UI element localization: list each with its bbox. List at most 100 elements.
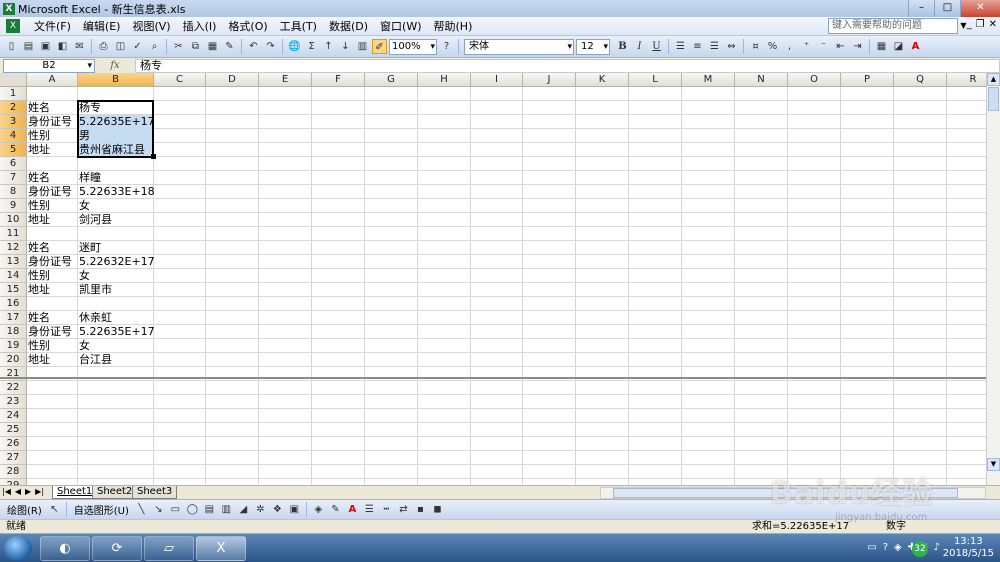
borders-icon[interactable]: ▦	[874, 39, 889, 54]
tab-sheet1[interactable]: Sheet1	[52, 486, 98, 499]
chart-wizard-icon[interactable]: ▥	[355, 39, 370, 54]
vertical-textbox-icon[interactable]: ▥	[219, 502, 234, 517]
scroll-down-icon[interactable]: ▼	[987, 458, 1000, 471]
fill-color-icon[interactable]: ◪	[891, 39, 906, 54]
oval-icon[interactable]: ◯	[185, 502, 200, 517]
column-header[interactable]: Q	[894, 73, 947, 87]
row-header[interactable]: 3	[0, 115, 27, 129]
shadow-style-icon[interactable]: ▪	[413, 502, 428, 517]
cell-label[interactable]: 身份证号	[27, 255, 82, 269]
row-header[interactable]: 5	[0, 143, 27, 157]
workbook-icon[interactable]: X	[6, 19, 20, 33]
prev-sheet-icon[interactable]: ◀	[15, 487, 21, 496]
row-header[interactable]: 8	[0, 185, 27, 199]
menu-view[interactable]: 视图(V)	[126, 18, 176, 34]
workbook-minimize-icon[interactable]: _	[967, 19, 972, 30]
cell-label[interactable]: 性别	[27, 199, 82, 213]
taskbar-excel-button[interactable]: X	[196, 536, 246, 561]
taskbar-explorer-icon[interactable]: ▱	[144, 536, 194, 561]
row-header[interactable]: 22	[0, 381, 27, 395]
menu-tools[interactable]: 工具(T)	[274, 18, 323, 34]
help-icon[interactable]: ?	[439, 39, 454, 54]
row-header[interactable]: 6	[0, 157, 27, 171]
next-sheet-icon[interactable]: ▶	[25, 487, 31, 496]
sort-descending-icon[interactable]: ↓	[338, 39, 353, 54]
tab-sheet3[interactable]: Sheet3	[132, 486, 178, 499]
select-objects-icon[interactable]: ↖	[47, 502, 62, 517]
line-color-icon[interactable]: ✎	[328, 502, 343, 517]
excel-app-icon[interactable]: X	[3, 2, 15, 15]
font-color-draw-icon[interactable]: A	[345, 502, 360, 517]
cell-value[interactable]: 台江县	[78, 353, 154, 367]
print-icon[interactable]: ⎙	[96, 39, 111, 54]
name-box[interactable]: B2	[3, 58, 95, 73]
tab-sheet2[interactable]: Sheet2	[92, 486, 138, 499]
column-header[interactable]: F	[312, 73, 365, 87]
menu-insert[interactable]: 插入(I)	[177, 18, 223, 34]
row-header[interactable]: 26	[0, 437, 27, 451]
picture-icon[interactable]: ▣	[287, 502, 302, 517]
column-header[interactable]: E	[259, 73, 312, 87]
wordart-icon[interactable]: ◢	[236, 502, 251, 517]
paste-icon[interactable]: ▦	[205, 39, 220, 54]
cell-value[interactable]: 5.22633E+18	[78, 185, 154, 199]
underline-button[interactable]: U	[649, 39, 664, 54]
cell-label[interactable]: 姓名	[27, 241, 82, 255]
decrease-indent-icon[interactable]: ⇤	[833, 39, 848, 54]
row-header[interactable]: 13	[0, 255, 27, 269]
tray-shield-icon[interactable]: ◈	[894, 542, 902, 553]
last-sheet-icon[interactable]: ▶|	[35, 487, 44, 496]
fill-color-draw-icon[interactable]: ◈	[311, 502, 326, 517]
permission-icon[interactable]: ◧	[55, 39, 70, 54]
3d-style-icon[interactable]: ◼	[430, 502, 445, 517]
vertical-scroll-thumb[interactable]	[988, 87, 999, 111]
draw-menu-button[interactable]: 绘图(R)	[7, 502, 42, 517]
zoom-select[interactable]: 100%	[389, 38, 437, 55]
row-header[interactable]: 1	[0, 87, 27, 101]
cell-label[interactable]: 身份证号	[27, 185, 82, 199]
cell-label[interactable]: 性别	[27, 269, 82, 283]
cell-value[interactable]: 女	[78, 269, 154, 283]
first-sheet-icon[interactable]: |◀	[2, 487, 11, 496]
tray-help-icon[interactable]: ?	[883, 542, 888, 553]
sort-ascending-icon[interactable]: ↑	[321, 39, 336, 54]
increase-indent-icon[interactable]: ⇥	[850, 39, 865, 54]
cell-label[interactable]: 地址	[27, 143, 82, 157]
column-header[interactable]: A	[27, 73, 78, 87]
taskbar-360-icon[interactable]: ⟳	[92, 536, 142, 561]
cell-label[interactable]: 姓名	[27, 171, 82, 185]
column-header[interactable]: K	[576, 73, 629, 87]
tray-badge[interactable]: 32	[912, 541, 928, 557]
maximize-button[interactable]: □	[934, 0, 960, 17]
row-header[interactable]: 19	[0, 339, 27, 353]
line-style-icon[interactable]: ☰	[362, 502, 377, 517]
column-header[interactable]: H	[418, 73, 471, 87]
row-header[interactable]: 27	[0, 451, 27, 465]
row-header[interactable]: 15	[0, 283, 27, 297]
column-header[interactable]: M	[682, 73, 735, 87]
column-header[interactable]: R	[947, 73, 986, 87]
drawing-toggle-icon[interactable]: ✐	[372, 39, 387, 54]
column-header[interactable]: O	[788, 73, 841, 87]
insert-function-icon[interactable]: fx	[95, 60, 135, 71]
row-header[interactable]: 11	[0, 227, 27, 241]
row-header[interactable]: 10	[0, 213, 27, 227]
cell-label[interactable]: 地址	[27, 213, 82, 227]
cell-value[interactable]: 休亲虹	[78, 311, 154, 325]
workbook-close-icon[interactable]: ✕	[989, 19, 997, 30]
undo-icon[interactable]: ↶	[246, 39, 261, 54]
autosum-icon[interactable]: Σ	[304, 39, 319, 54]
cell-value[interactable]: 样瞳	[78, 171, 154, 185]
column-header[interactable]: J	[523, 73, 576, 87]
close-button[interactable]: ✕	[960, 0, 1000, 17]
rectangle-icon[interactable]: ▭	[168, 502, 183, 517]
row-header[interactable]: 25	[0, 423, 27, 437]
arrow-icon[interactable]: ↘	[151, 502, 166, 517]
row-header[interactable]: 18	[0, 325, 27, 339]
row-header[interactable]: 24	[0, 409, 27, 423]
column-header[interactable]: D	[206, 73, 259, 87]
taskbar-browser-icon[interactable]: ◐	[40, 536, 90, 561]
column-header[interactable]: B	[78, 73, 154, 87]
cell-label[interactable]: 性别	[27, 339, 82, 353]
formula-input[interactable]: 杨专	[135, 58, 1000, 73]
